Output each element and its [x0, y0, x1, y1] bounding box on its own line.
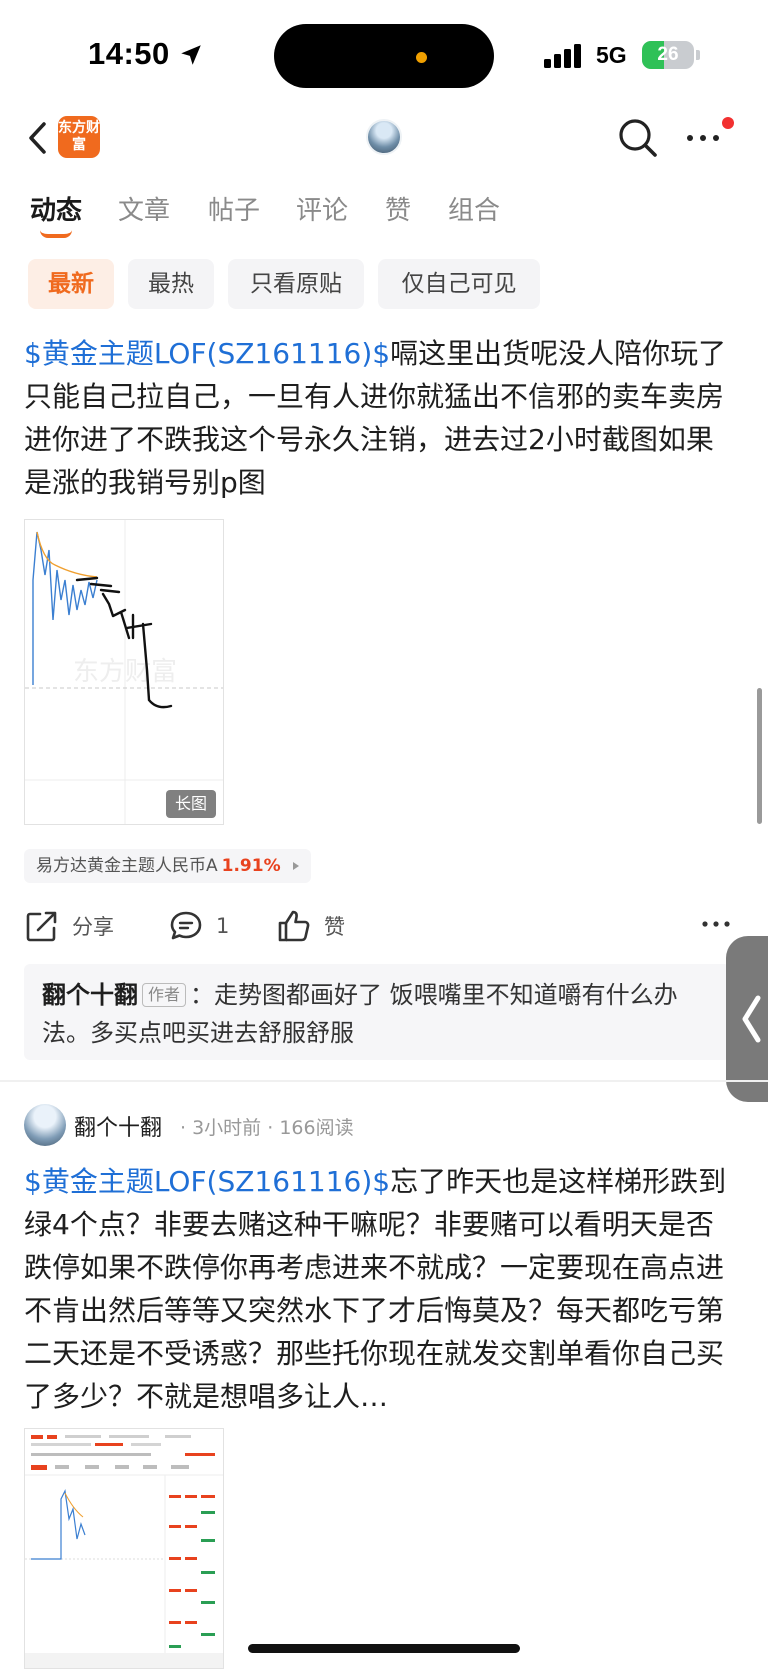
stock-link[interactable]: $黄金主题LOF(SZ161116)$	[24, 337, 390, 370]
post-reads: 166阅读	[279, 1117, 354, 1139]
app-logo-text: 东方财富	[58, 120, 100, 153]
share-icon	[26, 911, 57, 942]
more-options-icon[interactable]	[684, 126, 724, 148]
notification-dot	[722, 117, 734, 129]
comment-count: 1	[216, 914, 230, 938]
tab-portfolio[interactable]: 组合	[448, 190, 500, 227]
post-screenshot-image[interactable]	[24, 1428, 224, 1669]
location-arrow-icon	[181, 45, 201, 65]
tab-posts[interactable]: 帖子	[208, 190, 260, 227]
long-image-badge: 长图	[166, 790, 216, 818]
author-avatar[interactable]	[24, 1104, 66, 1146]
tab-comments[interactable]: 评论	[296, 190, 348, 227]
post-content[interactable]: $黄金主题LOF(SZ161116)$忘了昨天也是这样梯形跌到绿4个点？非要去赌…	[24, 1160, 730, 1418]
tab-likes[interactable]: 赞	[385, 190, 411, 227]
status-bar: 14:50 5G 26	[0, 0, 768, 110]
share-label: 分享	[72, 915, 114, 939]
thumbs-up-icon	[278, 910, 310, 942]
profile-tabs: 动态 文章 帖子 评论 赞 组合	[0, 190, 768, 240]
screenshot-sketch	[25, 1429, 223, 1668]
comment-preview[interactable]: 翻个十翻 作者 ：走势图都画好了 饭喂嘴里不知道嚼有什么办法。多买点吧买进去舒服舒服	[24, 964, 730, 1060]
dynamic-island	[274, 24, 494, 88]
post-chart-image[interactable]: 东方财富	[24, 519, 224, 825]
battery-level: 26	[657, 44, 679, 65]
post-author[interactable]: 翻个十翻	[74, 1110, 162, 1142]
side-drawer-handle[interactable]	[726, 936, 768, 1102]
comment-separator: ：	[190, 981, 215, 1009]
post-divider	[0, 1080, 768, 1082]
filter-latest[interactable]: 最新	[28, 259, 114, 309]
mic-indicator-icon	[416, 52, 427, 63]
post-content[interactable]: $黄金主题LOF(SZ161116)$嗝这里出货呢没人陪你玩了只能自己拉自己，一…	[24, 332, 730, 504]
battery-icon: 26	[642, 41, 694, 69]
filter-hot[interactable]: 最热	[128, 259, 214, 309]
home-indicator[interactable]	[248, 1644, 520, 1653]
post-time: 3小时前	[192, 1117, 262, 1139]
tab-articles[interactable]: 文章	[118, 190, 170, 227]
fund-name: 易方达黄金主题人民币A	[36, 856, 218, 876]
filter-private-only[interactable]: 仅自己可见	[378, 259, 540, 309]
comment-button[interactable]: 1	[168, 906, 229, 946]
filter-original-only[interactable]: 只看原贴	[228, 259, 364, 309]
chart-sketch: 东方财富	[25, 520, 223, 824]
fund-change: 1.91%	[221, 856, 281, 876]
search-icon[interactable]	[616, 116, 660, 160]
chevron-left-icon	[742, 995, 761, 1043]
back-arrow-icon[interactable]	[22, 116, 56, 160]
fund-tag[interactable]: 易方达黄金主题人民币A 1.91%	[24, 849, 311, 883]
post-meta: · 3小时前 · 166阅读	[180, 1117, 354, 1139]
post-more-icon[interactable]	[700, 916, 732, 932]
tab-dynamic[interactable]: 动态	[30, 190, 82, 227]
cellular-signal-icon	[544, 44, 581, 68]
stock-link[interactable]: $黄金主题LOF(SZ161116)$	[24, 1165, 390, 1198]
chevron-right-icon	[292, 862, 299, 870]
like-button[interactable]: 赞	[276, 906, 345, 946]
comment-icon	[170, 911, 202, 940]
like-label: 赞	[324, 915, 345, 939]
status-time: 14:50	[88, 36, 170, 71]
post-body: 忘了昨天也是这样梯形跌到绿4个点？非要去赌这种干嘛呢？非要赌可以看明天是否跌停如…	[24, 1165, 727, 1413]
scrollbar[interactable]	[757, 688, 762, 824]
active-tab-indicator	[40, 230, 72, 238]
comment-author[interactable]: 翻个十翻	[42, 981, 138, 1009]
app-logo[interactable]: 东方财富	[58, 116, 100, 158]
author-badge: 作者	[142, 983, 187, 1007]
user-avatar[interactable]	[366, 119, 402, 155]
share-button[interactable]: 分享	[24, 906, 114, 946]
chart-watermark: 东方财富	[73, 657, 177, 687]
network-type: 5G	[596, 42, 627, 68]
